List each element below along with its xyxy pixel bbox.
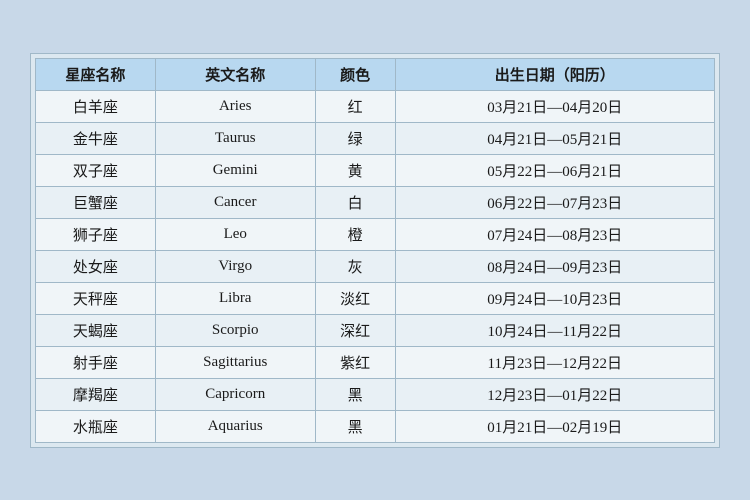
cell-chinese: 处女座 [36, 250, 156, 282]
cell-color: 绿 [315, 122, 395, 154]
cell-color: 深红 [315, 314, 395, 346]
table-row: 双子座Gemini黄05月22日—06月21日 [36, 154, 715, 186]
cell-color: 白 [315, 186, 395, 218]
cell-date: 05月22日—06月21日 [395, 154, 714, 186]
cell-color: 黑 [315, 378, 395, 410]
cell-chinese: 天秤座 [36, 282, 156, 314]
cell-color: 黑 [315, 410, 395, 442]
table-row: 巨蟹座Cancer白06月22日—07月23日 [36, 186, 715, 218]
cell-chinese: 天蝎座 [36, 314, 156, 346]
zodiac-table: 星座名称 英文名称 颜色 出生日期（阳历） 白羊座Aries红03月21日—04… [35, 58, 715, 443]
cell-date: 07月24日—08月23日 [395, 218, 714, 250]
cell-english: Capricorn [155, 378, 315, 410]
cell-date: 04月21日—05月21日 [395, 122, 714, 154]
cell-english: Taurus [155, 122, 315, 154]
cell-date: 08月24日—09月23日 [395, 250, 714, 282]
cell-chinese: 金牛座 [36, 122, 156, 154]
cell-date: 12月23日—01月22日 [395, 378, 714, 410]
table-row: 处女座Virgo灰08月24日—09月23日 [36, 250, 715, 282]
table-row: 狮子座Leo橙07月24日—08月23日 [36, 218, 715, 250]
cell-color: 橙 [315, 218, 395, 250]
cell-date: 10月24日—11月22日 [395, 314, 714, 346]
cell-english: Aquarius [155, 410, 315, 442]
cell-chinese: 巨蟹座 [36, 186, 156, 218]
header-date: 出生日期（阳历） [395, 58, 714, 90]
cell-english: Scorpio [155, 314, 315, 346]
header-chinese: 星座名称 [36, 58, 156, 90]
table-header-row: 星座名称 英文名称 颜色 出生日期（阳历） [36, 58, 715, 90]
cell-date: 03月21日—04月20日 [395, 90, 714, 122]
cell-english: Cancer [155, 186, 315, 218]
table-row: 天秤座Libra淡红09月24日—10月23日 [36, 282, 715, 314]
cell-color: 紫红 [315, 346, 395, 378]
cell-date: 09月24日—10月23日 [395, 282, 714, 314]
cell-date: 01月21日—02月19日 [395, 410, 714, 442]
cell-date: 06月22日—07月23日 [395, 186, 714, 218]
table-body: 白羊座Aries红03月21日—04月20日金牛座Taurus绿04月21日—0… [36, 90, 715, 442]
cell-english: Virgo [155, 250, 315, 282]
header-english: 英文名称 [155, 58, 315, 90]
cell-color: 红 [315, 90, 395, 122]
header-color: 颜色 [315, 58, 395, 90]
table-row: 白羊座Aries红03月21日—04月20日 [36, 90, 715, 122]
cell-english: Sagittarius [155, 346, 315, 378]
cell-chinese: 双子座 [36, 154, 156, 186]
cell-english: Libra [155, 282, 315, 314]
table-row: 射手座Sagittarius紫红11月23日—12月22日 [36, 346, 715, 378]
cell-english: Leo [155, 218, 315, 250]
table-row: 金牛座Taurus绿04月21日—05月21日 [36, 122, 715, 154]
table-row: 天蝎座Scorpio深红10月24日—11月22日 [36, 314, 715, 346]
cell-english: Aries [155, 90, 315, 122]
cell-chinese: 摩羯座 [36, 378, 156, 410]
table-row: 水瓶座Aquarius黑01月21日—02月19日 [36, 410, 715, 442]
table-row: 摩羯座Capricorn黑12月23日—01月22日 [36, 378, 715, 410]
cell-english: Gemini [155, 154, 315, 186]
cell-color: 黄 [315, 154, 395, 186]
cell-color: 淡红 [315, 282, 395, 314]
cell-color: 灰 [315, 250, 395, 282]
zodiac-table-container: 星座名称 英文名称 颜色 出生日期（阳历） 白羊座Aries红03月21日—04… [30, 53, 720, 448]
cell-chinese: 射手座 [36, 346, 156, 378]
cell-chinese: 白羊座 [36, 90, 156, 122]
cell-chinese: 水瓶座 [36, 410, 156, 442]
cell-chinese: 狮子座 [36, 218, 156, 250]
cell-date: 11月23日—12月22日 [395, 346, 714, 378]
